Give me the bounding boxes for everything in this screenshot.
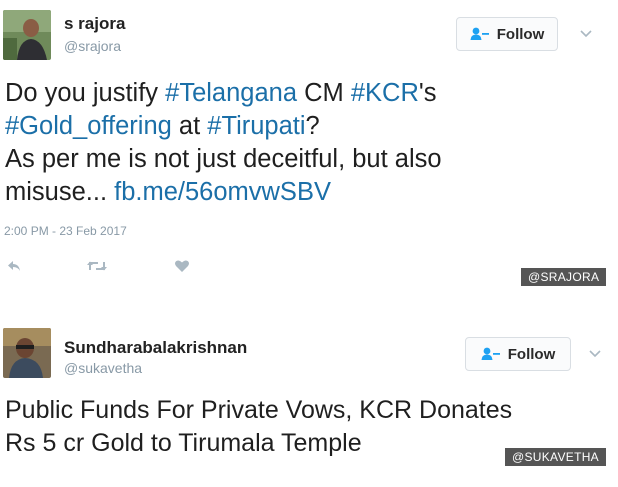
follow-user-icon (481, 347, 500, 360)
watermark-label: @SRAJORA (521, 268, 607, 286)
text-segment: Public Funds For Private Vows, KCR Donat… (5, 396, 513, 424)
follow-user-icon (470, 27, 489, 40)
like-icon[interactable] (174, 259, 190, 273)
reply-icon[interactable] (6, 259, 22, 273)
user-handle[interactable]: @sukavetha (64, 360, 142, 376)
text-segment: As per me is not just deceitful, but als… (5, 145, 442, 173)
follow-button[interactable]: Follow (456, 17, 558, 51)
tweet-card-srajora: s rajora @srajora Follow Do you justify … (0, 0, 618, 300)
tweet-card-sukavetha: Sundharabalakrishnan @sukavetha Follow P… (0, 316, 618, 487)
hashtag-link[interactable]: #Tirupati (207, 112, 305, 140)
chevron-down-icon[interactable] (578, 28, 594, 40)
tweet-text: Do you justify #Telangana CM #KCR's #Gold… (5, 77, 442, 209)
hashtag-link[interactable]: #KCR (351, 79, 419, 107)
avatar[interactable] (3, 10, 51, 60)
retweet-icon[interactable] (86, 259, 108, 273)
text-segment: CM (297, 79, 351, 107)
watermark-label: @SUKAVETHA (505, 448, 606, 466)
follow-label: Follow (496, 25, 545, 43)
tweet-actions (0, 259, 260, 275)
url-link[interactable]: fb.me/56omvwSBV (114, 178, 331, 206)
tweet-timestamp[interactable]: 2:00 PM - 23 Feb 2017 (4, 224, 127, 238)
tweet-text-line: #Gold_offering at #Tirupati? (5, 110, 442, 143)
chevron-down-icon[interactable] (587, 348, 603, 360)
text-segment: at (171, 112, 208, 140)
tweet-text-line: misuse... fb.me/56omvwSBV (5, 176, 442, 209)
hashtag-link[interactable]: #Telangana (165, 79, 297, 107)
tweet-text-line: Do you justify #Telangana CM #KCR's (5, 77, 442, 110)
text-segment: Rs 5 cr Gold to Tirumala Temple (5, 429, 362, 457)
text-segment: misuse... (5, 178, 115, 206)
avatar[interactable] (3, 328, 51, 378)
follow-label: Follow (507, 345, 556, 363)
hashtag-link[interactable]: #Gold_offering (5, 112, 172, 140)
text-segment: Do you justify (5, 79, 166, 107)
tweet-text-line: As per me is not just deceitful, but als… (5, 143, 442, 176)
user-handle[interactable]: @srajora (64, 38, 121, 54)
display-name[interactable]: Sundharabalakrishnan (64, 338, 247, 358)
text-segment: 's (418, 79, 437, 107)
follow-button[interactable]: Follow (465, 337, 571, 371)
display-name[interactable]: s rajora (64, 14, 125, 34)
tweet-text-line: Rs 5 cr Gold to Tirumala Temple (5, 427, 512, 460)
tweet-text-line: Public Funds For Private Vows, KCR Donat… (5, 394, 512, 427)
text-segment: ? (305, 112, 320, 140)
tweet-text: Public Funds For Private Vows, KCR Donat… (5, 394, 512, 460)
